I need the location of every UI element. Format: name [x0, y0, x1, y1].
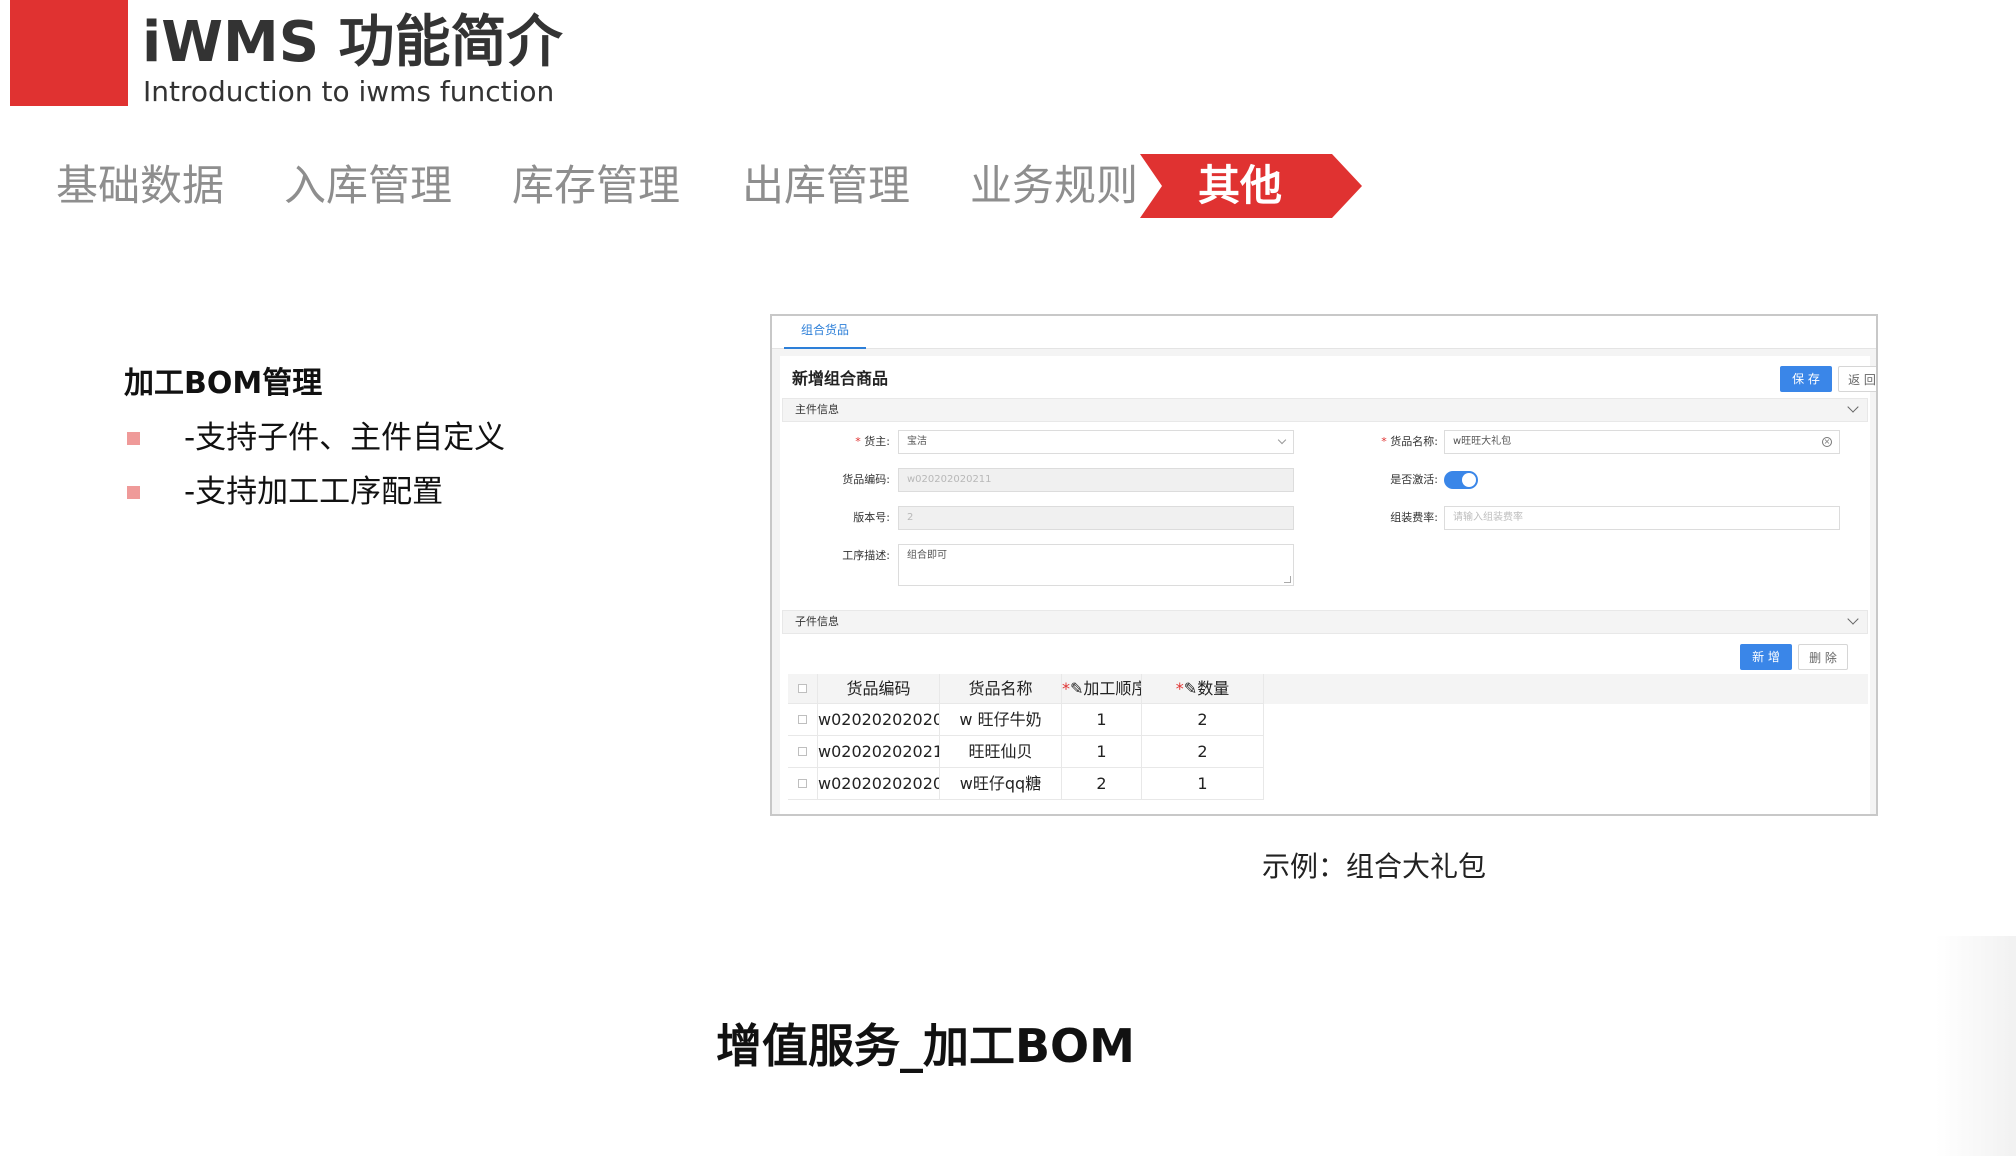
goods-name-label: * 货品名称:: [1328, 430, 1438, 454]
process-textarea[interactable]: 组合即可: [898, 544, 1294, 586]
chevron-down-icon[interactable]: [1847, 613, 1859, 625]
edit-icon: ✎: [1070, 679, 1084, 698]
feature-bullet: -支持加工工序配置: [184, 474, 444, 510]
version-input[interactable]: 2: [898, 506, 1294, 530]
feature-bullet: -支持子件、主件自定义: [184, 420, 506, 456]
add-button[interactable]: 新 增: [1740, 644, 1792, 670]
owner-label-text: 货主:: [864, 435, 890, 448]
active-label: 是否激活:: [1390, 473, 1438, 486]
table-cell[interactable]: 2: [1142, 736, 1264, 768]
table-cell[interactable]: 1: [1062, 704, 1142, 736]
main-info-section-label: 主件信息: [795, 403, 839, 416]
column-header-process-order: *✎加工顺序: [1062, 674, 1142, 704]
tab-combo-goods[interactable]: 组合货品: [784, 316, 866, 349]
nav-tab-business-rules[interactable]: 业务规则: [970, 158, 1138, 214]
brand-red-block: [10, 0, 128, 106]
row-select[interactable]: [788, 704, 818, 736]
process-value: 组合即可: [907, 550, 947, 561]
page-subtitle: Introduction to iwms function: [143, 75, 555, 108]
table-cell: w旺仔qq糖: [940, 768, 1062, 800]
header-select-all[interactable]: [788, 674, 818, 704]
row-select[interactable]: [788, 768, 818, 800]
process-label: 工序描述:: [842, 549, 890, 562]
nav-tab-outbound[interactable]: 出库管理: [742, 158, 910, 214]
toggle-knob: [1462, 473, 1476, 487]
table-cell: w020202020213: [818, 736, 940, 768]
required-mark: *: [855, 435, 861, 448]
table-cell: w020202020207: [818, 768, 940, 800]
nav-tab-other[interactable]: 其他: [1198, 158, 1282, 214]
footer-title: 增值服务_加工BOM: [716, 1019, 1135, 1073]
bullet-square-icon: [127, 486, 140, 499]
sub-info-section-label: 子件信息: [795, 615, 839, 628]
clear-icon[interactable]: ×: [1822, 437, 1832, 447]
goods-name-value: w旺旺大礼包: [1453, 436, 1512, 447]
edit-icon: ✎: [1183, 679, 1198, 698]
owner-select[interactable]: 宝洁: [898, 430, 1294, 454]
rate-input[interactable]: 请输入组装费率: [1444, 506, 1840, 530]
sub-items-table: 货品编码 货品名称 *✎加工顺序 *✎数量 w020202020206 w 旺仔…: [788, 674, 1868, 804]
feature-title: 加工BOM管理: [124, 366, 323, 401]
page-title: iWMS 功能简介: [142, 10, 563, 75]
column-header: 货品编码: [818, 674, 940, 704]
table-cell[interactable]: 2: [1062, 768, 1142, 800]
version-label: 版本号:: [853, 511, 890, 524]
required-mark: *: [1175, 679, 1184, 698]
resize-handle-icon[interactable]: [1284, 576, 1291, 583]
app-tab-bar: 组合货品: [772, 316, 1876, 349]
form-panel: 新增组合商品 保 存 返 回 主件信息 * 货主: 宝洁 * 货品名称: w旺旺…: [780, 356, 1876, 814]
row-select[interactable]: [788, 736, 818, 768]
active-toggle[interactable]: [1444, 471, 1478, 489]
nav-tab-basic-data[interactable]: 基础数据: [56, 158, 224, 214]
form-title: 新增组合商品: [792, 369, 889, 388]
chevron-down-icon[interactable]: [1277, 435, 1287, 445]
back-button[interactable]: 返 回: [1838, 366, 1876, 392]
goods-name-input[interactable]: w旺旺大礼包 ×: [1444, 430, 1840, 454]
required-mark: *: [1062, 679, 1070, 698]
table-cell[interactable]: 2: [1142, 704, 1264, 736]
save-button[interactable]: 保 存: [1780, 366, 1832, 392]
table-cell[interactable]: 1: [1142, 768, 1264, 800]
nav-tab-inventory[interactable]: 库存管理: [512, 158, 680, 214]
column-header: 货品名称: [940, 674, 1062, 704]
required-mark: *: [1381, 435, 1387, 448]
owner-label: * 货主:: [780, 430, 890, 454]
example-caption: 示例：组合大礼包: [1262, 850, 1487, 883]
checkbox[interactable]: [798, 779, 807, 788]
goods-name-label-text: 货品名称:: [1390, 435, 1438, 448]
table-cell: w 旺仔牛奶: [940, 704, 1062, 736]
column-header-quantity: *✎数量: [1142, 674, 1264, 704]
main-info-section-header[interactable]: 主件信息: [782, 398, 1868, 422]
goods-code-label: 货品编码:: [842, 473, 890, 486]
column-header: 加工顺序: [1083, 679, 1142, 698]
sub-info-section-header[interactable]: 子件信息: [782, 610, 1868, 634]
chevron-down-icon[interactable]: [1847, 401, 1859, 413]
checkbox[interactable]: [798, 747, 807, 756]
bullet-square-icon: [127, 432, 140, 445]
nav-tab-inbound[interactable]: 入库管理: [284, 158, 452, 214]
rate-label: 组装费率:: [1390, 511, 1438, 524]
table-cell: w020202020206: [818, 704, 940, 736]
table-cell[interactable]: 1: [1062, 736, 1142, 768]
app-screenshot: 组合货品 新增组合商品 保 存 返 回 主件信息 * 货主: 宝洁 * 货品名称…: [770, 314, 1878, 816]
table-cell: 旺旺仙贝: [940, 736, 1062, 768]
goods-code-input[interactable]: w020202020211: [898, 468, 1294, 492]
owner-select-value: 宝洁: [907, 436, 927, 447]
delete-button[interactable]: 删 除: [1798, 644, 1848, 670]
checkbox[interactable]: [798, 684, 807, 693]
checkbox[interactable]: [798, 715, 807, 724]
page-curl-shadow: [1936, 936, 2016, 1156]
column-header: 数量: [1197, 679, 1230, 698]
